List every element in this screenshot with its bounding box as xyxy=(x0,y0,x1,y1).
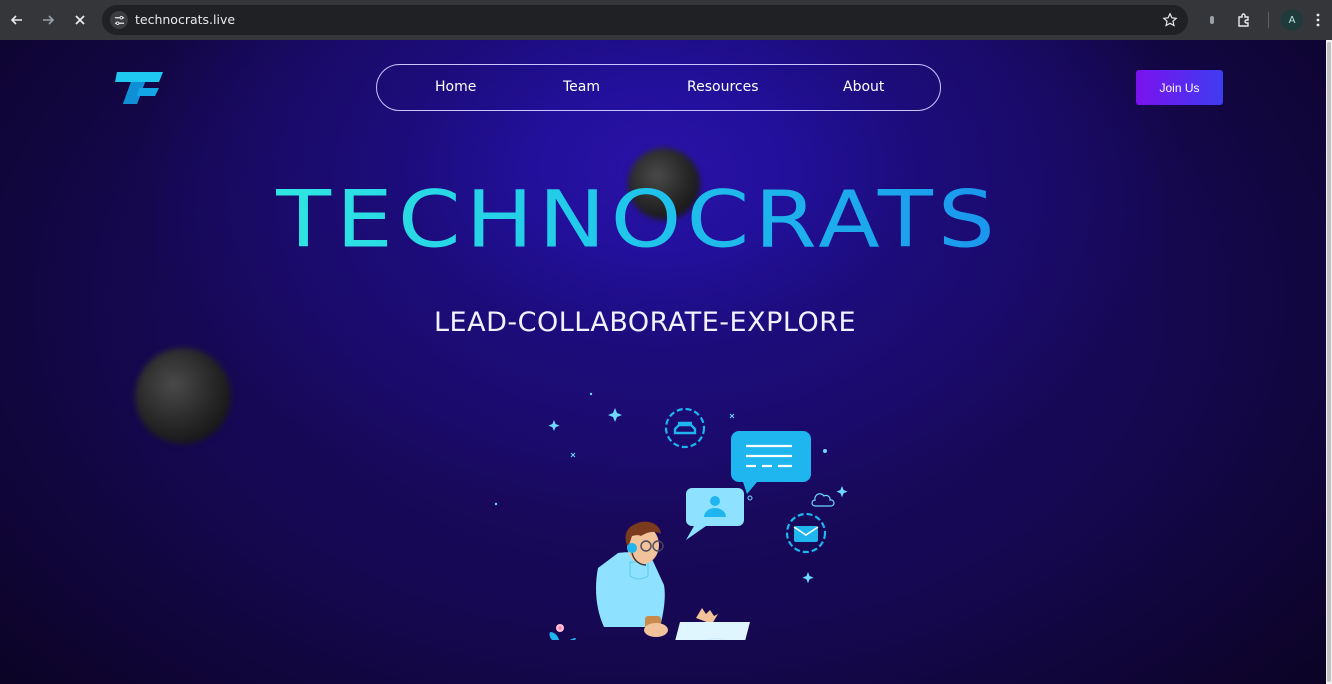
floating-orb xyxy=(135,348,231,444)
url-text[interactable]: technocrats.live xyxy=(135,12,235,27)
nav-team[interactable]: Team xyxy=(563,79,600,95)
star-icon[interactable] xyxy=(1162,12,1178,28)
technocrats-logo[interactable] xyxy=(115,70,165,106)
toolbar-divider xyxy=(1268,12,1269,28)
page-scrollbar-thumb[interactable] xyxy=(1327,42,1331,682)
back-icon[interactable] xyxy=(5,8,29,32)
close-icon[interactable] xyxy=(68,8,92,32)
browser-toolbar: technocrats.live A xyxy=(0,0,1332,40)
nav-about[interactable]: About xyxy=(843,79,884,95)
join-us-button[interactable]: Join Us xyxy=(1136,70,1223,105)
customer-support-illustration xyxy=(494,392,848,640)
menu-dots-icon[interactable] xyxy=(1310,8,1326,32)
hero-title: TECHNOCRATS xyxy=(276,177,1056,264)
extension-icon[interactable] xyxy=(1200,8,1224,32)
extension-puzzle-icon[interactable] xyxy=(1232,8,1256,32)
nav-resources[interactable]: Resources xyxy=(687,79,759,95)
address-bar[interactable]: technocrats.live xyxy=(102,5,1188,35)
main-nav: Home Team Resources About xyxy=(376,64,941,111)
hero-subtitle: LEAD-COLLABORATE-EXPLORE xyxy=(434,307,857,338)
nav-home[interactable]: Home xyxy=(435,79,476,95)
forward-icon[interactable] xyxy=(36,8,60,32)
page-viewport: Home Team Resources About Join Us TECHNO… xyxy=(0,40,1326,684)
tune-icon[interactable] xyxy=(110,11,128,29)
profile-avatar[interactable]: A xyxy=(1281,9,1303,31)
